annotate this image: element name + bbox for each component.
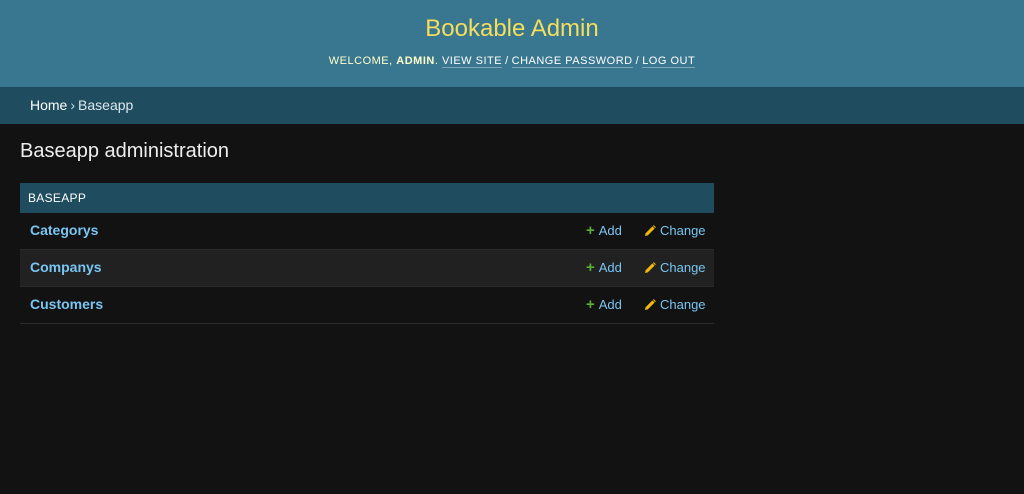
breadcrumb-current: Baseapp [78, 97, 134, 113]
welcome-text: Welcome, [328, 55, 393, 67]
user-tools-separator: / [505, 55, 509, 67]
add-label: Add [598, 223, 622, 238]
model-row-categorys: Categorys + Add Change [20, 213, 714, 250]
change-companys-link[interactable]: Change [644, 250, 706, 285]
breadcrumb-separator: › [70, 97, 76, 113]
plus-icon: + [586, 296, 595, 313]
header: Bookable Admin Welcome, admin. View site… [0, 0, 1024, 87]
model-link-categorys[interactable]: Categorys [30, 213, 98, 248]
plus-icon: + [586, 222, 595, 239]
add-companys-link[interactable]: + Add [586, 250, 622, 285]
change-categorys-link[interactable]: Change [644, 213, 706, 248]
pencil-icon [645, 224, 656, 236]
user-tools-separator: / [635, 55, 640, 67]
app-module-baseapp: BASEAPP Categorys + Add Change Companys +… [20, 183, 714, 324]
add-categorys-link[interactable]: + Add [586, 213, 622, 248]
username: admin [396, 55, 435, 67]
change-label: Change [660, 223, 706, 238]
add-label: Add [598, 297, 622, 312]
change-customers-link[interactable]: Change [644, 287, 706, 322]
breadcrumb: Home › Baseapp [0, 87, 1024, 124]
user-tools: Welcome, admin. View site / Change passwor… [0, 54, 1024, 68]
add-customers-link[interactable]: + Add [586, 287, 622, 322]
page-title: Baseapp administration [20, 140, 230, 162]
site-name[interactable]: Bookable Admin [0, 14, 1024, 44]
plus-icon: + [586, 259, 595, 276]
add-label: Add [598, 260, 622, 275]
module-caption[interactable]: BASEAPP [20, 183, 714, 213]
model-row-companys: Companys + Add Change [20, 250, 714, 287]
model-row-customers: Customers + Add Change [20, 287, 714, 324]
view-site-link[interactable]: View site [441, 55, 503, 68]
pencil-icon [645, 261, 656, 273]
breadcrumb-home-link[interactable]: Home [30, 97, 67, 113]
pencil-icon [645, 298, 656, 310]
change-label: Change [660, 260, 706, 275]
welcome-period: . [434, 55, 439, 67]
log-out-link[interactable]: Log out [642, 55, 696, 68]
change-password-link[interactable]: Change password [511, 55, 633, 68]
model-link-companys[interactable]: Companys [30, 250, 102, 285]
model-link-customers[interactable]: Customers [30, 287, 103, 322]
change-label: Change [660, 297, 706, 312]
